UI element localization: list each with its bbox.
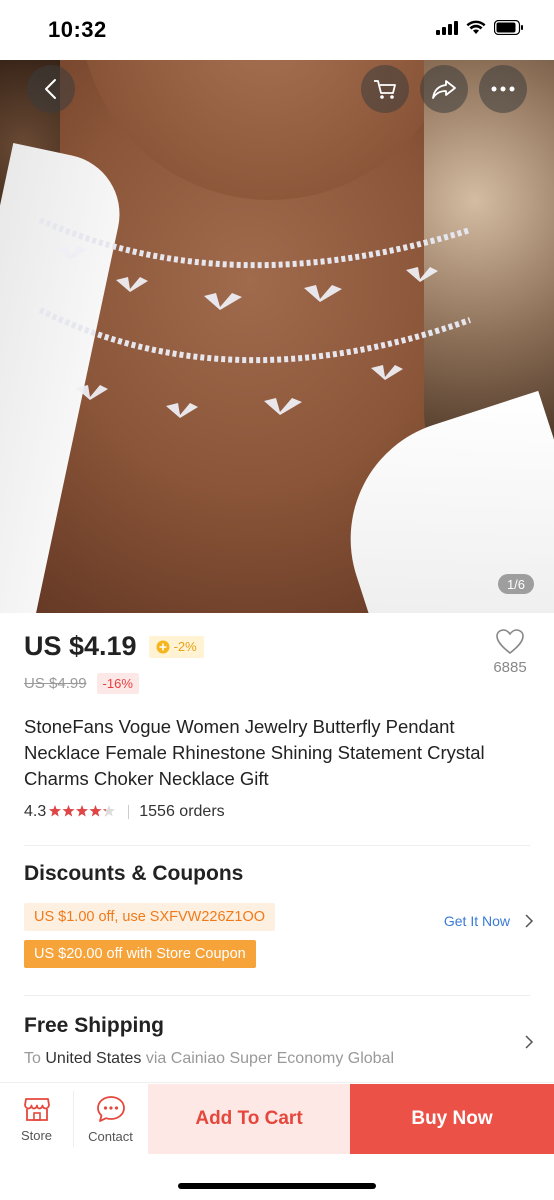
store-label: Store [20, 1127, 53, 1143]
divider [24, 845, 530, 846]
discount-badge: -16% [96, 673, 139, 694]
status-bar: 10:32 [0, 0, 554, 60]
get-it-now-link[interactable]: Get It Now [444, 913, 510, 929]
order-count: 1556 orders [139, 803, 225, 820]
status-icons [436, 20, 524, 35]
coupons-title: Discounts & Coupons [24, 862, 244, 885]
coin-discount-badge: -2% [148, 635, 204, 658]
heart-icon [496, 629, 524, 655]
chevron-right-icon[interactable] [524, 913, 534, 929]
rating-separator [128, 805, 130, 819]
more-button[interactable] [479, 65, 527, 113]
coin-icon [156, 640, 170, 653]
rating-value: 4.3 [24, 803, 47, 820]
signal-icon [436, 20, 458, 35]
shipping-info[interactable]: To United States via Cainiao Super Econo… [24, 1050, 394, 1068]
wishlist-count: 6885 [493, 659, 527, 676]
chevron-right-icon[interactable] [524, 1034, 534, 1050]
battery-icon [494, 20, 523, 35]
original-price: US $4.99 [24, 675, 87, 692]
divider [24, 995, 530, 996]
coin-discount-text: -2% [173, 639, 197, 654]
store-coupon-tag[interactable]: US $20.00 off with Store Coupon [24, 940, 256, 968]
cart-button[interactable] [361, 65, 409, 113]
store-button[interactable]: Store [0, 1083, 73, 1155]
product-title: StoneFans Vogue Women Jewelry Butterfly … [24, 716, 485, 789]
rating-stars [49, 804, 116, 820]
stars-icon [49, 804, 116, 816]
add-to-cart-button[interactable]: Add To Cart [148, 1084, 350, 1154]
store-icon [23, 1097, 50, 1121]
share-icon [432, 80, 456, 99]
rating-row[interactable]: 4.3 1556 orders [24, 803, 225, 821]
image-counter: 1/6 [498, 574, 534, 594]
shipping-destination: United States [45, 1050, 142, 1067]
necklace-illustration [38, 217, 472, 418]
buy-now-button[interactable]: Buy Now [350, 1084, 554, 1154]
home-indicator[interactable] [178, 1183, 376, 1189]
old-price-row: US $4.99 -16% [24, 673, 139, 694]
shipping-method: via Cainiao Super Economy Global [145, 1050, 395, 1067]
price-row: US $4.19 -2% [24, 631, 204, 662]
shipping-title: Free Shipping [24, 1014, 165, 1037]
contact-button[interactable]: Contact [74, 1083, 147, 1155]
coupon-code-tag[interactable]: US $1.00 off, use SXFVW226Z1OO [24, 903, 276, 931]
wifi-icon [466, 20, 486, 34]
share-button[interactable] [420, 65, 468, 113]
back-icon [45, 79, 56, 99]
product-image[interactable] [0, 60, 554, 613]
more-icon [491, 86, 515, 92]
current-price: US $4.19 [24, 631, 137, 661]
cart-icon [374, 80, 396, 99]
wishlist-button[interactable]: 6885 [490, 628, 530, 676]
status-time: 10:32 [48, 17, 107, 42]
back-button[interactable] [27, 65, 75, 113]
shipping-to-prefix: To [24, 1050, 41, 1067]
contact-label: Contact [88, 1128, 133, 1144]
chat-icon [96, 1095, 125, 1122]
